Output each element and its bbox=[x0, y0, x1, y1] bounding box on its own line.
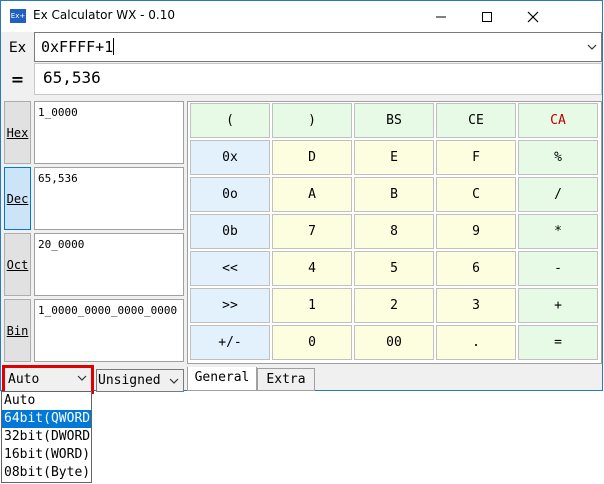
dec-button[interactable]: Dec bbox=[4, 167, 31, 230]
key-subtract[interactable]: - bbox=[518, 251, 598, 286]
bin-value: 1_0000_0000_0000_0000 bbox=[34, 299, 184, 362]
key-7[interactable]: 7 bbox=[272, 214, 352, 249]
close-button[interactable] bbox=[510, 1, 556, 32]
key-shift-left[interactable]: << bbox=[190, 251, 270, 286]
dropdown-option-16bit[interactable]: 16bit(WORD) bbox=[2, 446, 91, 464]
calculator-window: Ex+ Ex Calculator WX - 0.10 Ex 0xFFFF+1 … bbox=[0, 0, 603, 394]
minimize-icon bbox=[436, 16, 446, 18]
result-display: 65,536 bbox=[34, 63, 602, 95]
key-0[interactable]: 0 bbox=[272, 325, 352, 360]
key-divide[interactable]: / bbox=[518, 177, 598, 212]
key-multiply[interactable]: * bbox=[518, 214, 598, 249]
bin-button[interactable]: Bin bbox=[4, 299, 31, 362]
expression-input[interactable]: 0xFFFF+1 bbox=[34, 32, 602, 62]
history-dropdown-icon[interactable] bbox=[587, 42, 597, 52]
minimize-button[interactable] bbox=[418, 1, 464, 32]
key-d[interactable]: D bbox=[272, 140, 352, 175]
bitwidth-dropdown-list: Auto 64bit(QWORD) 32bit(DWORD) 16bit(WOR… bbox=[1, 391, 92, 483]
sign-select-value: Unsigned bbox=[98, 373, 161, 388]
key-backspace[interactable]: BS bbox=[354, 103, 434, 138]
keypad: ( ) BS CE CA 0x D E F % 0o A B C / 0b 7 … bbox=[187, 101, 602, 364]
key-8[interactable]: 8 bbox=[354, 214, 434, 249]
key-shift-right[interactable]: >> bbox=[190, 288, 270, 323]
title-bar[interactable]: Ex+ Ex Calculator WX - 0.10 bbox=[1, 1, 602, 32]
expression-label: Ex bbox=[8, 40, 27, 56]
key-negate[interactable]: +/- bbox=[190, 325, 270, 360]
key-e[interactable]: E bbox=[354, 140, 434, 175]
key-decimal[interactable]: . bbox=[436, 325, 516, 360]
key-add[interactable]: + bbox=[518, 288, 598, 323]
key-00[interactable]: 00 bbox=[354, 325, 434, 360]
key-6[interactable]: 6 bbox=[436, 251, 516, 286]
dropdown-option-auto[interactable]: Auto bbox=[2, 392, 91, 410]
window-title: Ex Calculator WX - 0.10 bbox=[33, 8, 176, 22]
hex-value: 1_0000 bbox=[34, 101, 184, 164]
key-2[interactable]: 2 bbox=[354, 288, 434, 323]
maximize-button[interactable] bbox=[464, 1, 510, 32]
chevron-down-icon bbox=[169, 378, 179, 384]
key-bin-prefix[interactable]: 0b bbox=[190, 214, 270, 249]
dropdown-option-64bit[interactable]: 64bit(QWORD) bbox=[2, 410, 91, 428]
key-9[interactable]: 9 bbox=[436, 214, 516, 249]
dec-value: 65,536 bbox=[34, 167, 184, 230]
equals-label: = bbox=[10, 70, 25, 89]
key-oct-prefix[interactable]: 0o bbox=[190, 177, 270, 212]
key-open-paren[interactable]: ( bbox=[190, 103, 270, 138]
key-a[interactable]: A bbox=[272, 177, 352, 212]
expression-text: 0xFFFF+1 bbox=[41, 38, 114, 56]
tab-extra[interactable]: Extra bbox=[257, 368, 315, 391]
sign-select[interactable]: Unsigned bbox=[96, 369, 184, 392]
key-clear-all[interactable]: CA bbox=[518, 103, 598, 138]
close-icon bbox=[527, 11, 539, 23]
text-caret bbox=[113, 38, 115, 55]
key-equals[interactable]: = bbox=[518, 325, 598, 360]
tab-general[interactable]: General bbox=[187, 367, 257, 391]
key-hex-prefix[interactable]: 0x bbox=[190, 140, 270, 175]
key-4[interactable]: 4 bbox=[272, 251, 352, 286]
key-clear-entry[interactable]: CE bbox=[436, 103, 516, 138]
key-close-paren[interactable]: ) bbox=[272, 103, 352, 138]
key-f[interactable]: F bbox=[436, 140, 516, 175]
oct-button[interactable]: Oct bbox=[4, 233, 31, 296]
key-5[interactable]: 5 bbox=[354, 251, 434, 286]
key-3[interactable]: 3 bbox=[436, 288, 516, 323]
key-b[interactable]: B bbox=[354, 177, 434, 212]
key-1[interactable]: 1 bbox=[272, 288, 352, 323]
dropdown-option-32bit[interactable]: 32bit(DWORD) bbox=[2, 428, 91, 446]
chevron-down-icon bbox=[77, 375, 87, 381]
bitwidth-select-value: Auto bbox=[8, 372, 40, 387]
maximize-icon bbox=[482, 12, 492, 22]
key-modulo[interactable]: % bbox=[518, 140, 598, 175]
hex-button[interactable]: Hex bbox=[4, 101, 31, 164]
app-icon: Ex+ bbox=[10, 9, 26, 23]
dropdown-option-08bit[interactable]: 08bit(Byte) bbox=[2, 464, 91, 482]
key-c[interactable]: C bbox=[436, 177, 516, 212]
bitwidth-select[interactable]: Auto bbox=[2, 365, 94, 394]
oct-value: 20_0000 bbox=[34, 233, 184, 296]
